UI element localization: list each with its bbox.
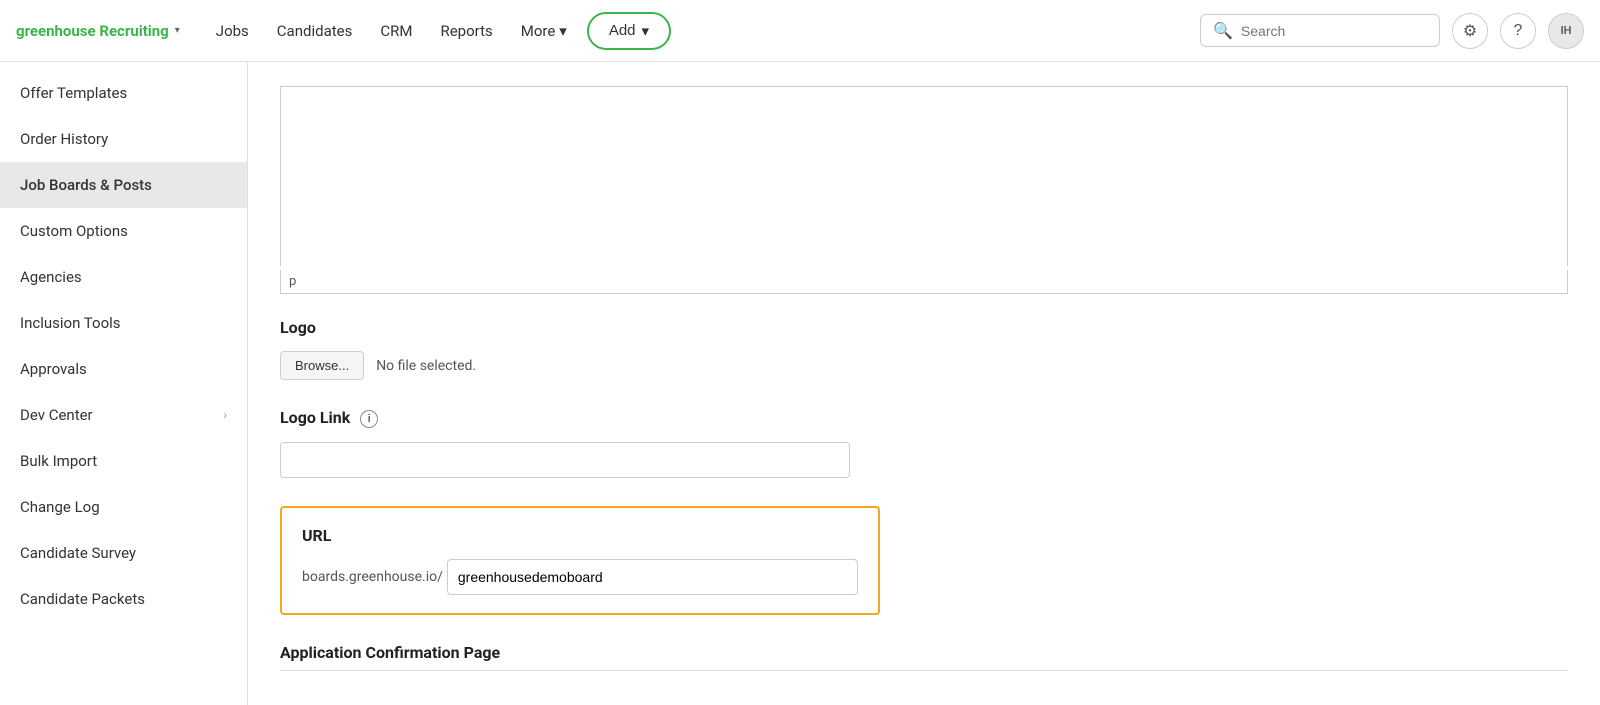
sidebar-item-dev-center[interactable]: Dev Center › (0, 392, 247, 438)
browse-button[interactable]: Browse... (280, 351, 364, 380)
no-file-text: No file selected. (376, 358, 476, 374)
avatar[interactable]: IH (1548, 13, 1584, 49)
logo-link-input[interactable] (280, 442, 850, 478)
logo[interactable]: greenhouse Recruiting ▾ (16, 22, 180, 40)
nav-crm[interactable]: CRM (368, 14, 424, 48)
search-icon: 🔍 (1213, 21, 1233, 40)
help-button[interactable]: ? (1500, 13, 1536, 49)
nav-links: Jobs Candidates CRM Reports More ▾ (204, 14, 579, 48)
sidebar-item-approvals[interactable]: Approvals (0, 346, 247, 392)
url-suffix-input[interactable] (447, 559, 858, 595)
app-confirm-section: Application Confirmation Page (280, 643, 1568, 671)
sidebar-item-custom-options[interactable]: Custom Options (0, 208, 247, 254)
url-label: URL (302, 526, 858, 545)
logo-section: Logo Browse... No file selected. (280, 318, 1568, 380)
sidebar-item-offer-templates[interactable]: Offer Templates (0, 70, 247, 116)
help-icon: ? (1514, 22, 1523, 40)
logo-link-label: Logo Link i (280, 408, 1568, 428)
app-confirm-label: Application Confirmation Page (280, 643, 1568, 671)
dev-center-chevron-icon: › (223, 408, 227, 422)
nav-jobs[interactable]: Jobs (204, 14, 261, 48)
search-input[interactable] (1241, 23, 1427, 39)
sidebar-item-candidate-packets[interactable]: Candidate Packets (0, 576, 247, 622)
sidebar: Offer Templates Order History Job Boards… (0, 62, 248, 705)
p-indicator: p (280, 270, 1568, 294)
more-chevron-icon: ▾ (559, 22, 567, 40)
logo-text: greenhouse Recruiting (16, 22, 169, 40)
nav-candidates[interactable]: Candidates (265, 14, 365, 48)
top-nav: greenhouse Recruiting ▾ Jobs Candidates … (0, 0, 1600, 62)
settings-icon: ⚙ (1463, 21, 1477, 41)
sidebar-item-job-boards-posts[interactable]: Job Boards & Posts (0, 162, 247, 208)
browse-row: Browse... No file selected. (280, 351, 1568, 380)
sidebar-item-candidate-survey[interactable]: Candidate Survey (0, 530, 247, 576)
settings-button[interactable]: ⚙ (1452, 13, 1488, 49)
add-button[interactable]: Add ▾ (587, 12, 671, 50)
page-layout: Offer Templates Order History Job Boards… (0, 62, 1600, 705)
add-chevron-icon: ▾ (642, 22, 650, 40)
main-content: p Logo Browse... No file selected. Logo … (248, 62, 1600, 705)
url-input-row: boards.greenhouse.io/ (302, 559, 858, 595)
search-box[interactable]: 🔍 (1200, 14, 1440, 47)
sidebar-item-bulk-import[interactable]: Bulk Import (0, 438, 247, 484)
sidebar-item-inclusion-tools[interactable]: Inclusion Tools (0, 300, 247, 346)
url-prefix: boards.greenhouse.io/ (302, 569, 443, 585)
logo-chevron: ▾ (175, 25, 180, 36)
nav-right: 🔍 ⚙ ? IH (1200, 13, 1584, 49)
editor-area: p (280, 86, 1568, 294)
sidebar-item-agencies[interactable]: Agencies (0, 254, 247, 300)
description-textarea[interactable] (280, 86, 1568, 266)
nav-reports[interactable]: Reports (428, 14, 504, 48)
logo-link-section: Logo Link i (280, 408, 1568, 478)
logo-label: Logo (280, 318, 1568, 337)
nav-more[interactable]: More ▾ (509, 14, 579, 48)
logo-link-info-icon[interactable]: i (360, 410, 378, 428)
sidebar-item-change-log[interactable]: Change Log (0, 484, 247, 530)
sidebar-item-order-history[interactable]: Order History (0, 116, 247, 162)
url-section: URL boards.greenhouse.io/ (280, 506, 880, 615)
